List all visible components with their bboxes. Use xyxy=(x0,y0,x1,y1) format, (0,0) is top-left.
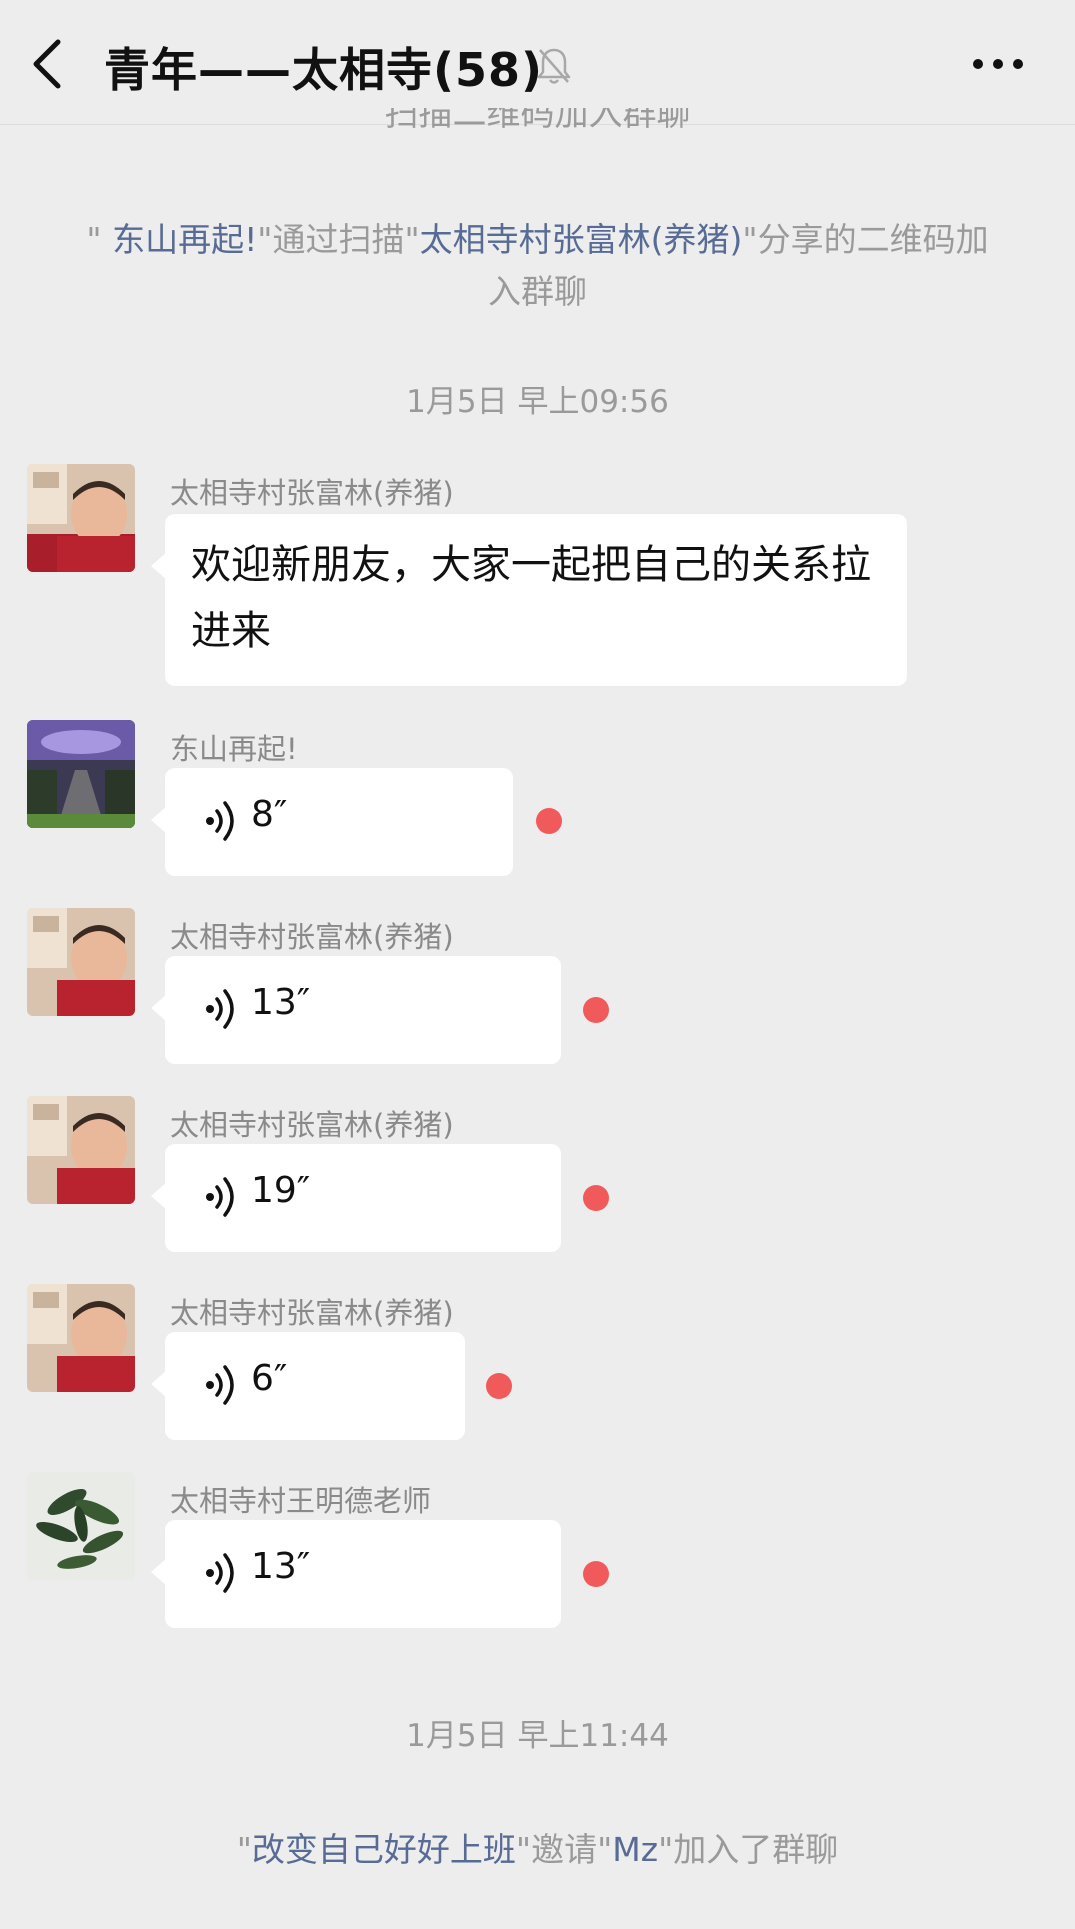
timestamp: 1月5日 早上11:44 xyxy=(406,1718,669,1754)
chat-title: 青年——太相寺(58) xyxy=(104,43,544,97)
system-message-join: " 东山再起!"通过扫描"太相寺村张富林(养猪)"分享的二维码加入群聊 xyxy=(86,220,989,311)
bell-off-icon xyxy=(537,48,571,84)
voice-duration: 6″ xyxy=(251,1358,288,1399)
voice-wave-icon xyxy=(206,1553,234,1593)
voice-wave-icon xyxy=(206,801,234,841)
timestamp: 1月5日 早上09:56 xyxy=(406,384,669,420)
sender-name: 太相寺村张富林(养猪) xyxy=(170,920,454,954)
voice-wave-icon xyxy=(206,1177,234,1217)
voice-duration: 13″ xyxy=(251,1546,311,1587)
sender-name: 东山再起! xyxy=(170,732,298,766)
voice-wave-icon xyxy=(206,989,234,1029)
sender-name: 太相寺村张富林(养猪) xyxy=(170,1108,454,1142)
unread-dot xyxy=(486,1373,512,1399)
unread-dot xyxy=(583,1185,609,1211)
voice-message-bubble[interactable]: 19″ xyxy=(151,1144,561,1252)
inviter-link[interactable]: 改变自己好好上班 xyxy=(252,1830,516,1869)
message-text: 欢迎新朋友，大家一起把自己的关系拉进来 xyxy=(191,542,871,654)
cutoff-system-text: 扫描二维码加入群聊 xyxy=(384,108,691,130)
sharer-link[interactable]: 太相寺村张富林(养猪) xyxy=(420,220,743,259)
invitee-link[interactable]: Mz xyxy=(612,1830,658,1869)
voice-duration: 19″ xyxy=(251,1170,311,1211)
voice-message-bubble[interactable]: 8″ xyxy=(151,768,513,876)
avatar[interactable] xyxy=(27,1472,135,1580)
chevron-left-icon[interactable] xyxy=(28,36,68,92)
chat-header: 青年——太相寺(58) xyxy=(0,0,1075,125)
voice-message-bubble[interactable]: 6″ xyxy=(151,1332,465,1440)
avatar[interactable] xyxy=(27,908,135,1016)
avatar[interactable] xyxy=(27,1096,135,1204)
unread-dot xyxy=(583,997,609,1023)
sender-name: 太相寺村张富林(养猪) xyxy=(170,476,454,510)
avatar[interactable] xyxy=(27,720,135,828)
system-message-invite: "改变自己好好上班"邀请"Mz"加入了群聊 xyxy=(236,1830,839,1869)
voice-message-bubble[interactable]: 13″ xyxy=(151,956,561,1064)
voice-message-bubble[interactable]: 13″ xyxy=(151,1520,561,1628)
voice-wave-icon xyxy=(206,1365,234,1405)
voice-duration: 8″ xyxy=(251,794,288,835)
unread-dot xyxy=(583,1561,609,1587)
avatar[interactable] xyxy=(27,464,135,572)
text-message-bubble[interactable]: 欢迎新朋友，大家一起把自己的关系拉进来 xyxy=(151,514,907,686)
more-horizontal-icon[interactable] xyxy=(970,46,1026,82)
voice-duration: 13″ xyxy=(251,982,311,1023)
user-link[interactable]: 东山再起! xyxy=(102,220,257,259)
sender-name: 太相寺村王明德老师 xyxy=(170,1484,432,1518)
avatar[interactable] xyxy=(27,1284,135,1392)
sender-name: 太相寺村张富林(养猪) xyxy=(170,1296,454,1330)
unread-dot xyxy=(536,808,562,834)
